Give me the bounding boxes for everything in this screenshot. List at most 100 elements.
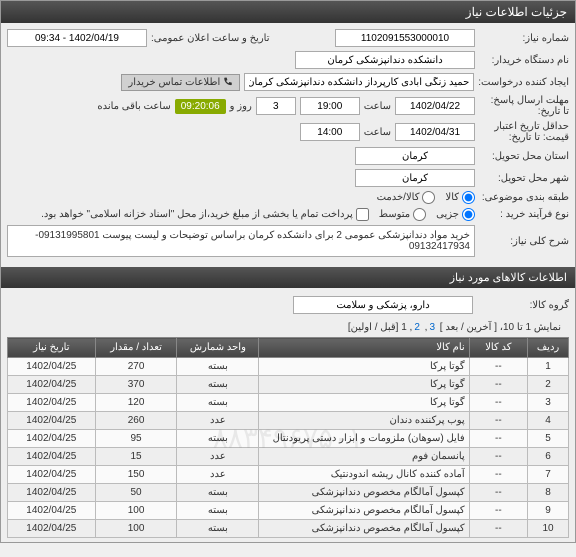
- subject-label: طبقه بندی موضوعی:: [479, 192, 569, 203]
- cell-name: کپسول آمالگام مخصوص دندانپزشکی: [259, 484, 469, 502]
- table-row[interactable]: 5--فایل (سوهان) ملزومات و ابزار دستی پری…: [8, 430, 569, 448]
- cell-qty: 270: [95, 358, 177, 376]
- pt-medium-radio[interactable]: [413, 208, 426, 221]
- cell-date: 1402/04/25: [8, 394, 96, 412]
- cell-row: 1: [528, 358, 569, 376]
- contact-buyer-label: اطلاعات تماس خریدار: [128, 77, 220, 88]
- subject-service-radio[interactable]: [422, 191, 435, 204]
- reply-deadline-date: [395, 97, 475, 115]
- cell-date: 1402/04/25: [8, 466, 96, 484]
- cell-code: --: [469, 376, 527, 394]
- cell-code: --: [469, 430, 527, 448]
- payment-note-option: پرداخت تمام یا بخشی از مبلغ خرید،از محل …: [41, 208, 369, 221]
- announce-datetime-input: [7, 29, 147, 47]
- cell-unit: بسته: [177, 376, 259, 394]
- timer-badge: 09:20:06: [175, 99, 226, 114]
- cell-row: 5: [528, 430, 569, 448]
- subject-service-option[interactable]: کالا/خدمت: [377, 191, 436, 204]
- reply-deadline-time: [300, 97, 360, 115]
- cell-qty: 150: [95, 466, 177, 484]
- contact-buyer-link[interactable]: اطلاعات تماس خریدار: [121, 74, 240, 91]
- group-input: [293, 296, 473, 314]
- pt-minor-option[interactable]: جزیی: [436, 208, 475, 221]
- table-row[interactable]: 3--گوتا پرکابسته1201402/04/25: [8, 394, 569, 412]
- table-row[interactable]: 4--پوب پرکننده دندانعدد2601402/04/25: [8, 412, 569, 430]
- cell-name: کپسول آمالگام مخصوص دندانپزشکی: [259, 520, 469, 538]
- pagination: نمایش 1 تا 10، [ آخرین / بعد ] 3, 2, 1 […: [7, 318, 569, 337]
- pt-minor-radio[interactable]: [462, 208, 475, 221]
- cell-qty: 100: [95, 520, 177, 538]
- cell-unit: بسته: [177, 520, 259, 538]
- desc-textarea: خرید مواد دندانپزشکی عمومی 2 برای دانشکد…: [7, 225, 475, 257]
- need-number-input: [335, 29, 475, 47]
- cell-name: فایل (سوهان) ملزومات و ابزار دستی پریودن…: [259, 430, 469, 448]
- cell-date: 1402/04/25: [8, 376, 96, 394]
- group-label: گروه کالا:: [479, 300, 569, 311]
- th-row: ردیف: [528, 338, 569, 358]
- time-label-2: ساعت: [364, 127, 391, 138]
- cell-row: 3: [528, 394, 569, 412]
- cell-qty: 95: [95, 430, 177, 448]
- time-label-1: ساعت: [364, 101, 391, 112]
- goods-section-title: اطلاعات کالاهای مورد نیاز: [1, 267, 575, 288]
- cell-row: 9: [528, 502, 569, 520]
- cell-name: پوب پرکننده دندان: [259, 412, 469, 430]
- table-row[interactable]: 8--کپسول آمالگام مخصوص دندانپزشکیبسته501…: [8, 484, 569, 502]
- cell-qty: 120: [95, 394, 177, 412]
- cell-name: کپسول آمالگام مخصوص دندانپزشکی: [259, 502, 469, 520]
- pt-medium-option[interactable]: متوسط: [379, 208, 426, 221]
- cell-date: 1402/04/25: [8, 358, 96, 376]
- cell-qty: 260: [95, 412, 177, 430]
- cell-row: 6: [528, 448, 569, 466]
- th-qty: تعداد / مقدار: [95, 338, 177, 358]
- cell-code: --: [469, 394, 527, 412]
- buyer-org-label: نام دستگاه خریدار:: [479, 55, 569, 66]
- cell-code: --: [469, 358, 527, 376]
- nav-prefix: نمایش 1 تا 10، [ آخرین / بعد ]: [437, 322, 561, 333]
- table-row[interactable]: 6--پانسمان فومعدد151402/04/25: [8, 448, 569, 466]
- city-input: [355, 169, 475, 187]
- buyer-org-input: [295, 51, 475, 69]
- reply-deadline-label: مهلت ارسال پاسخ: تا تاریخ:: [479, 95, 569, 117]
- cell-code: --: [469, 466, 527, 484]
- cell-unit: عدد: [177, 466, 259, 484]
- cell-qty: 15: [95, 448, 177, 466]
- table-row[interactable]: 2--گوتا پرکابسته3701402/04/25: [8, 376, 569, 394]
- cell-row: 7: [528, 466, 569, 484]
- requester-input: [244, 73, 474, 91]
- th-date: تاریخ نیاز: [8, 338, 96, 358]
- subject-good-option[interactable]: کالا: [445, 191, 475, 204]
- cell-date: 1402/04/25: [8, 502, 96, 520]
- payment-note-checkbox[interactable]: [356, 208, 369, 221]
- table-row[interactable]: 9--کپسول آمالگام مخصوص دندانپزشکیبسته100…: [8, 502, 569, 520]
- cell-name: آماده کننده کانال ریشه اندودنتیک: [259, 466, 469, 484]
- cell-code: --: [469, 502, 527, 520]
- cell-date: 1402/04/25: [8, 484, 96, 502]
- phone-icon: [223, 77, 233, 87]
- table-row[interactable]: 7--آماده کننده کانال ریشه اندودنتیکعدد15…: [8, 466, 569, 484]
- remaining-label: ساعت باقی مانده: [97, 101, 170, 112]
- table-row[interactable]: 1--گوتا پرکابسته2701402/04/25: [8, 358, 569, 376]
- days-remaining: [256, 97, 296, 115]
- nav-suffix: [قبل / اولین]: [348, 322, 399, 333]
- th-unit: واحد شمارش: [177, 338, 259, 358]
- price-expiry-time: [300, 123, 360, 141]
- province-input: [355, 147, 475, 165]
- table-row[interactable]: 10--کپسول آمالگام مخصوص دندانپزشکیبسته10…: [8, 520, 569, 538]
- page-header: جزئیات اطلاعات نیاز: [1, 1, 575, 23]
- cell-unit: عدد: [177, 412, 259, 430]
- cell-date: 1402/04/25: [8, 520, 96, 538]
- page-2-link[interactable]: 2: [414, 322, 420, 333]
- cell-row: 8: [528, 484, 569, 502]
- page-1-current: 1: [401, 322, 407, 333]
- cell-qty: 100: [95, 502, 177, 520]
- page-3-link[interactable]: 3: [429, 322, 435, 333]
- cell-date: 1402/04/25: [8, 430, 96, 448]
- cell-unit: بسته: [177, 394, 259, 412]
- cell-row: 2: [528, 376, 569, 394]
- subject-good-radio[interactable]: [462, 191, 475, 204]
- province-label: استان محل تحویل:: [479, 151, 569, 162]
- cell-code: --: [469, 484, 527, 502]
- announce-datetime-label: تاریخ و ساعت اعلان عمومی:: [151, 33, 270, 44]
- cell-row: 4: [528, 412, 569, 430]
